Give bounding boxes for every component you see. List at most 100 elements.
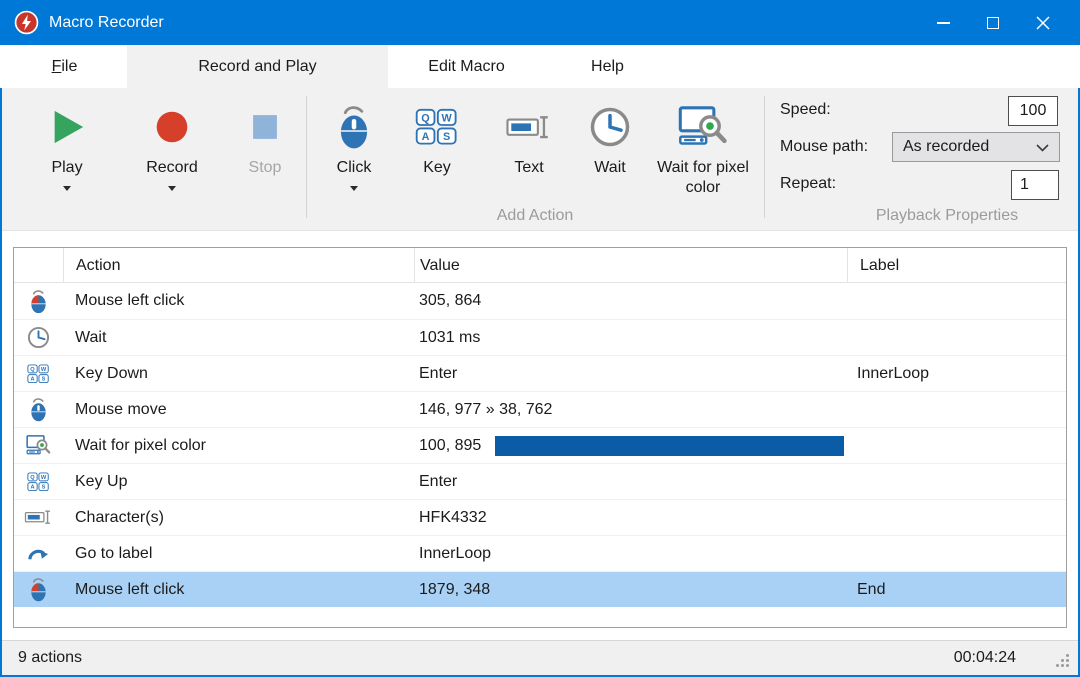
value-cell: 1031 ms xyxy=(414,329,847,347)
add-action-group-label: Add Action xyxy=(408,207,662,225)
wait-button[interactable]: Wait xyxy=(578,94,642,178)
value-cell: 100, 895 xyxy=(414,436,847,456)
value-cell: 146, 977 » 38, 762 xyxy=(414,401,847,419)
pixel-color-swatch xyxy=(495,436,844,456)
toolbar-button-label: Play xyxy=(51,158,82,178)
speed-input[interactable] xyxy=(1008,96,1058,126)
value-text: 1031 ms xyxy=(419,329,480,347)
wait-for-pixel-color-button[interactable]: Wait for pixel color xyxy=(642,94,764,198)
status-bar: 9 actions 00:04:24 xyxy=(2,640,1078,675)
action-cell: Character(s) xyxy=(63,509,414,527)
table-row[interactable]: Mouse left click 1879, 348 End xyxy=(14,571,1066,607)
svg-text:Q: Q xyxy=(30,475,35,481)
repeat-input[interactable] xyxy=(1011,170,1059,200)
table-row[interactable]: Mouse left click305, 864 xyxy=(14,283,1066,319)
goto-label-icon xyxy=(14,542,63,565)
svg-text:S: S xyxy=(42,376,46,382)
table-header-row: Action Value Label xyxy=(14,248,1066,283)
svg-text:W: W xyxy=(41,367,47,373)
mouse-click-icon xyxy=(333,98,375,156)
mouse-path-select[interactable]: As recorded xyxy=(892,132,1060,162)
app-logo-icon xyxy=(14,10,39,35)
table-row[interactable]: Character(s) HFK4332 xyxy=(14,499,1066,535)
pixel-color-icon xyxy=(678,98,729,156)
play-icon xyxy=(48,98,86,156)
action-cell: Key Down xyxy=(63,365,414,383)
key-button[interactable]: QWAS Key xyxy=(394,94,480,178)
svg-text:S: S xyxy=(443,131,450,143)
keyboard-icon: QWAS xyxy=(415,98,459,156)
value-text: Enter xyxy=(419,365,457,383)
table-row[interactable]: Go to labelInnerLoop xyxy=(14,535,1066,571)
record-button[interactable]: Record xyxy=(122,94,222,191)
svg-text:S: S xyxy=(42,484,46,490)
resize-grip[interactable] xyxy=(1055,653,1070,668)
keyboard-icon: QWAS xyxy=(14,472,63,492)
dropdown-arrow-icon xyxy=(350,186,358,191)
toolbar-button-label: Wait for pixel color xyxy=(642,158,764,198)
svg-text:W: W xyxy=(41,475,47,481)
tab-record-and-play[interactable]: Record and Play xyxy=(127,45,388,88)
label-cell: InnerLoop xyxy=(847,365,1066,383)
label-column-header[interactable]: Label xyxy=(847,248,1066,283)
action-table-body: Mouse left click305, 864 Wait1031 ms QWA… xyxy=(14,283,1066,607)
mouse-left-click-icon xyxy=(14,289,63,314)
value-cell: HFK4332 xyxy=(414,509,847,527)
action-cell: Mouse left click xyxy=(63,581,414,599)
value-text: 100, 895 xyxy=(419,437,481,455)
tab-label: File xyxy=(52,58,78,76)
title-bar: Macro Recorder xyxy=(0,0,1080,45)
action-cell: Wait xyxy=(63,329,414,347)
record-icon xyxy=(154,98,190,156)
value-cell: 305, 864 xyxy=(414,292,847,310)
label-cell: End xyxy=(847,581,1066,599)
close-button[interactable] xyxy=(1018,0,1068,45)
toolbar-button-label: Wait xyxy=(594,158,625,178)
text-button[interactable]: Text xyxy=(480,94,578,178)
keyboard-icon: QWAS xyxy=(14,364,63,384)
value-text: 1879, 348 xyxy=(419,581,490,599)
stop-button: Stop xyxy=(222,94,308,178)
click-button[interactable]: Click xyxy=(314,94,394,191)
clock-icon xyxy=(589,98,631,156)
speed-label: Speed: xyxy=(780,101,831,119)
ribbon: PlayRecordStop Click QWAS Key Text Wait xyxy=(2,88,1078,231)
play-button[interactable]: Play xyxy=(12,94,122,191)
tab-file[interactable]: File xyxy=(2,45,127,88)
maximize-button[interactable] xyxy=(968,0,1018,45)
action-cell: Go to label xyxy=(63,545,414,563)
value-cell: Enter xyxy=(414,365,847,383)
text-field-icon xyxy=(505,98,553,156)
group-separator xyxy=(306,96,307,218)
tab-label: Record and Play xyxy=(198,58,316,76)
tab-label: Edit Macro xyxy=(428,58,504,76)
action-column-header[interactable]: Action xyxy=(63,248,414,283)
minimize-icon xyxy=(937,22,950,24)
mouse-left-click-icon xyxy=(14,577,63,602)
toolbar-button-label: Click xyxy=(337,158,372,178)
chevron-down-icon xyxy=(1036,144,1049,152)
group-add-action: Click QWAS Key Text Wait Wait for pixel … xyxy=(314,94,764,198)
tab-edit-macro[interactable]: Edit Macro xyxy=(388,45,545,88)
minimize-button[interactable] xyxy=(918,0,968,45)
mouse-path-selected-value: As recorded xyxy=(903,138,989,156)
ribbon-tab-bar: File Record and Play Edit Macro Help xyxy=(0,45,1080,88)
stop-icon xyxy=(248,98,282,156)
tab-help[interactable]: Help xyxy=(545,45,670,88)
table-row[interactable]: QWAS Key UpEnter xyxy=(14,463,1066,499)
icon-column-header xyxy=(14,248,63,283)
clock-icon xyxy=(14,326,63,349)
value-text: Enter xyxy=(419,473,457,491)
svg-text:Q: Q xyxy=(30,367,35,373)
table-row[interactable]: Wait 1031 ms xyxy=(14,319,1066,355)
table-row[interactable]: Mouse move146, 977 » 38, 762 xyxy=(14,391,1066,427)
value-text: 146, 977 » 38, 762 xyxy=(419,401,552,419)
tab-label: Help xyxy=(591,58,624,76)
value-text: HFK4332 xyxy=(419,509,487,527)
table-row[interactable]: QWAS Key Down Enter InnerLoop xyxy=(14,355,1066,391)
svg-text:A: A xyxy=(422,131,430,143)
value-column-header[interactable]: Value xyxy=(414,248,847,283)
table-row[interactable]: Wait for pixel color100, 895 xyxy=(14,427,1066,463)
text-field-icon xyxy=(14,508,63,526)
toolbar-button-label: Stop xyxy=(249,158,282,178)
